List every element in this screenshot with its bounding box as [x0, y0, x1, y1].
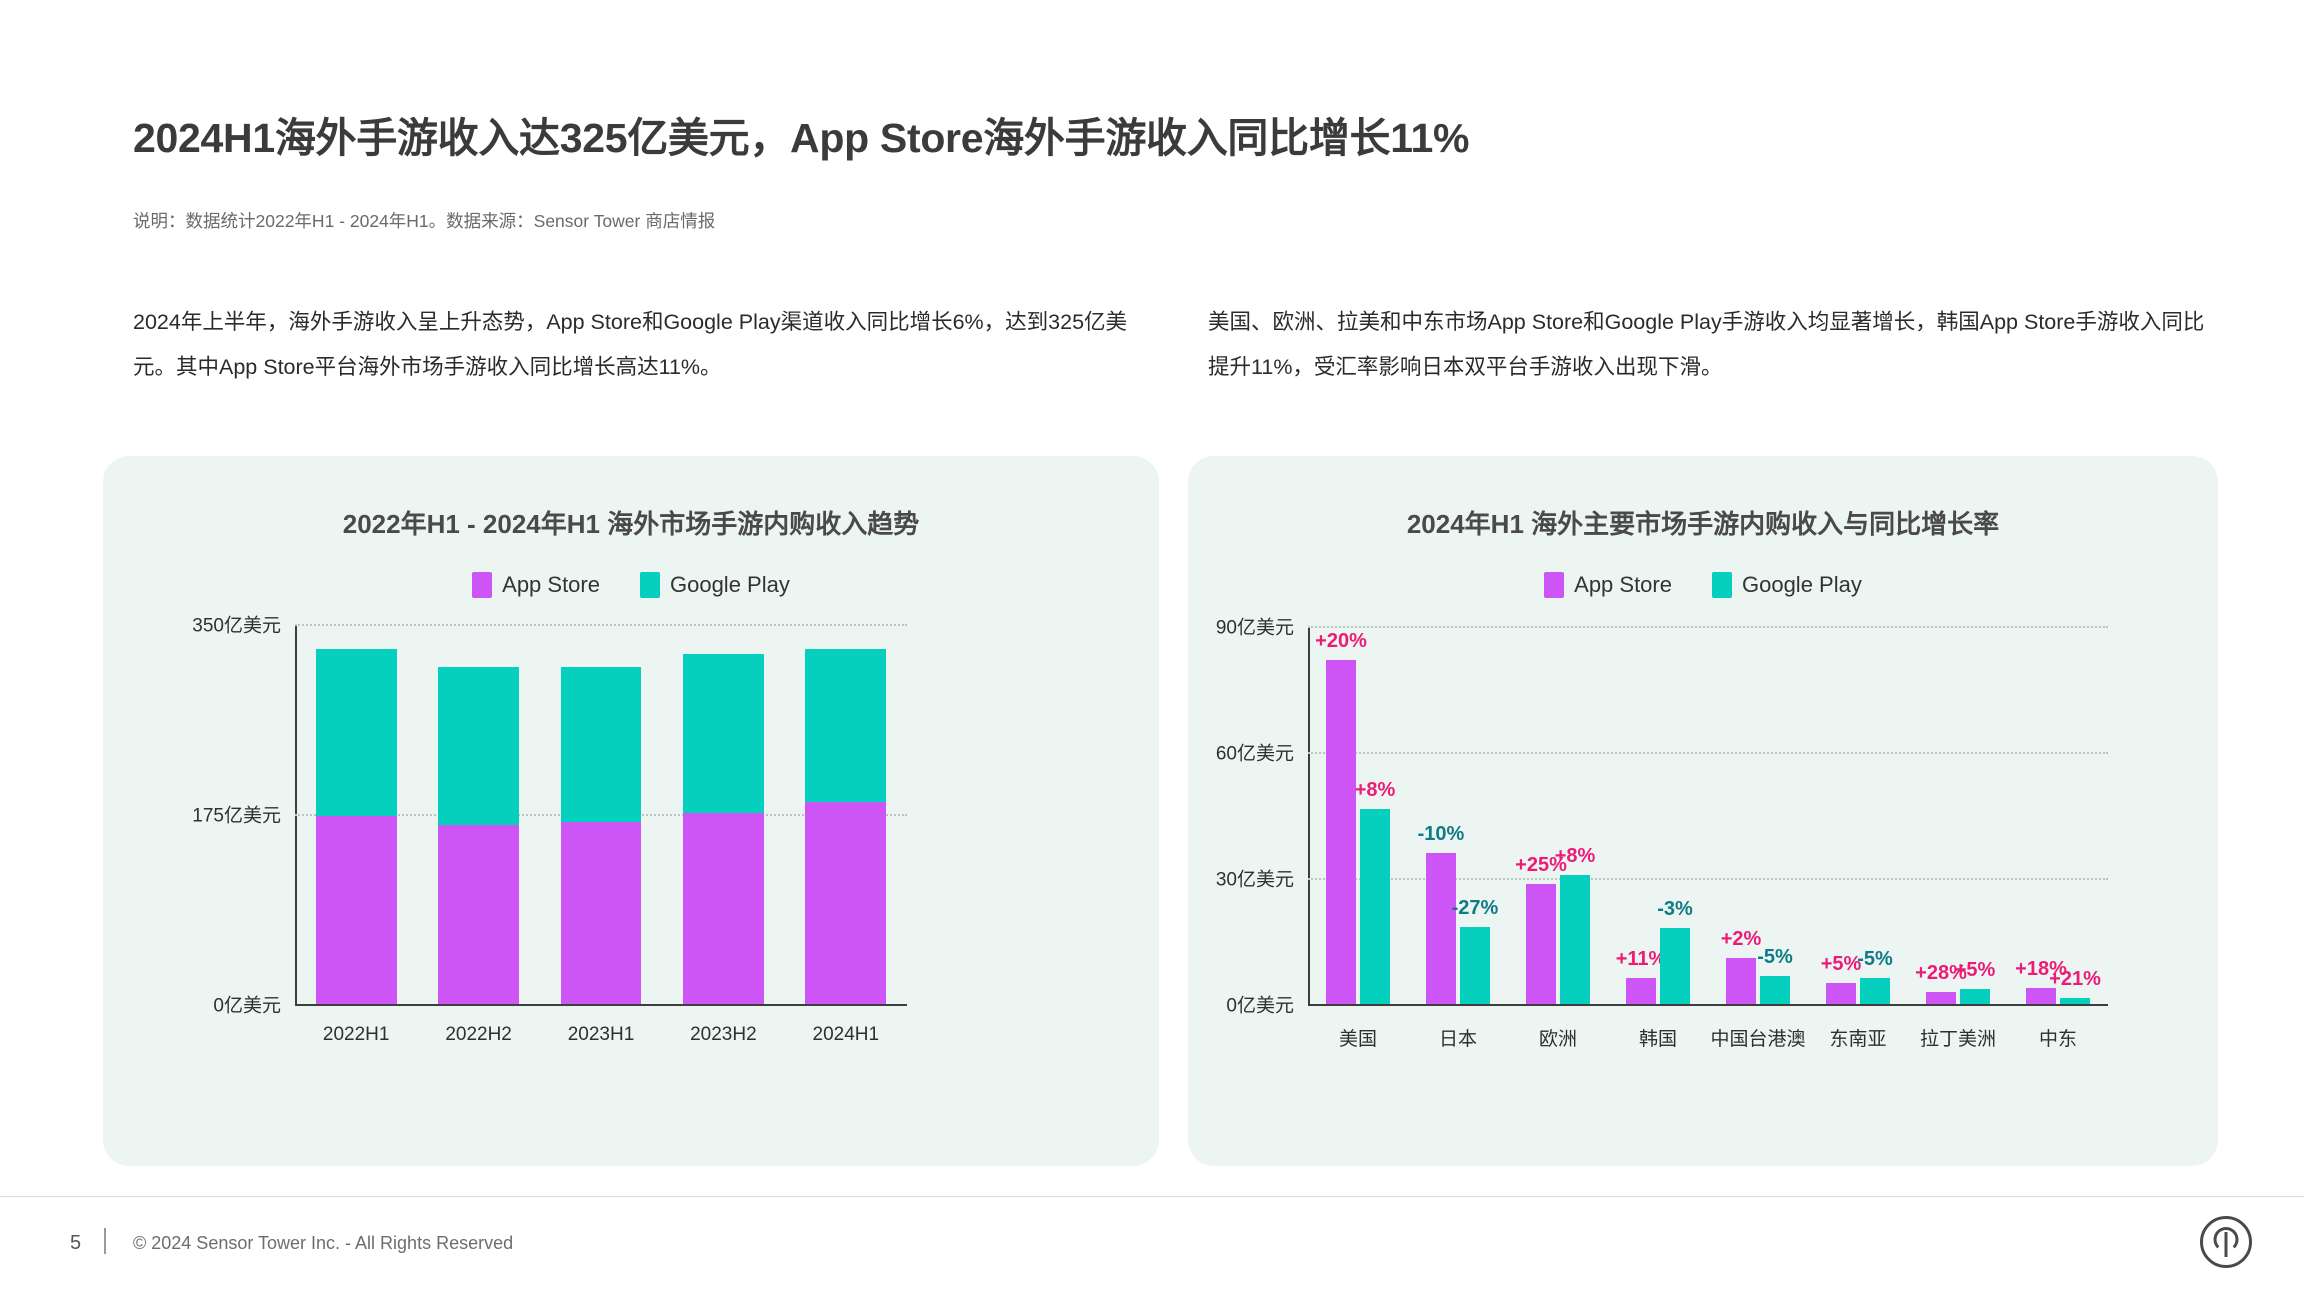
legend-item-google-play[interactable]: Google Play	[1711, 572, 1862, 598]
y-axis-line	[1308, 626, 1310, 1006]
legend-swatch-app-store-icon	[472, 572, 493, 598]
page-title: 2024H1海外手游收入达325亿美元，App Store海外手游收入同比增长1…	[133, 115, 1470, 161]
x-axis-tick-label: 拉丁美洲	[1919, 1029, 1997, 1050]
bar-app-store	[1726, 958, 1756, 1004]
x-axis-tick-label: 日本	[1438, 1029, 1478, 1050]
legend-swatch-google-play-icon	[639, 572, 660, 598]
bar-google-play	[1960, 988, 1990, 1004]
chart-legend-trend: App Store Google Play	[103, 572, 1159, 598]
bar-google-play	[560, 667, 642, 822]
bar-google-play	[1860, 977, 1890, 1004]
x-axis-tick-label: 美国	[1338, 1029, 1378, 1050]
y-axis-tick-label: 350亿美元	[192, 615, 281, 637]
y-axis-tick-label: 175亿美元	[192, 805, 281, 827]
plot-area-markets: 90亿美元 60亿美元 30亿美元 0亿美元美国 +20% +8% 日本 -10% -27% 欧洲…	[1216, 618, 2108, 1050]
y-axis-tick-label: 90亿美元	[1215, 617, 1294, 639]
summary-paragraph-right: 美国、欧洲、拉美和中东市场App Store和Google Play手游收入均显…	[1208, 310, 2205, 379]
bar-app-store	[560, 821, 642, 1004]
bar-google-play	[315, 648, 397, 817]
x-axis-tick-label: 韩国	[1638, 1029, 1678, 1050]
bar-google-play	[1760, 975, 1790, 1004]
y-axis-tick-label: 60亿美元	[1215, 743, 1294, 765]
growth-label-google-play: -5%	[1757, 945, 1793, 968]
legend-label-app-store: App Store	[502, 572, 600, 597]
bar-app-store	[683, 812, 764, 1004]
summary-paragraph-left: 2024年上半年，海外手游收入呈上升态势，App Store和Google Pl…	[133, 310, 1128, 379]
growth-label-google-play: +8%	[1554, 844, 1596, 867]
bar-google-play	[683, 654, 764, 813]
growth-label-app-store: +11%	[1615, 947, 1667, 970]
legend-swatch-app-store-icon	[1544, 572, 1565, 598]
growth-label-app-store: +2%	[1720, 928, 1762, 951]
bar-app-store	[1626, 977, 1656, 1004]
x-axis-line	[295, 1004, 907, 1006]
bar-google-play	[438, 667, 519, 825]
x-axis-tick-label: 2023H1	[567, 1024, 635, 1045]
x-axis-tick-label: 中国台港澳	[1710, 1029, 1806, 1050]
bar-google-play	[2060, 997, 2090, 1004]
sensortower-logo-icon	[2200, 1216, 2252, 1268]
bar-app-store	[1326, 659, 1356, 1004]
growth-label-app-store: +5%	[1820, 953, 1862, 975]
x-axis-tick-label: 2022H2	[445, 1024, 512, 1045]
gridline	[295, 624, 907, 626]
growth-label-google-play: +8%	[1354, 778, 1396, 801]
footer-divider-rule	[0, 1196, 2304, 1197]
plot-area-trend: 350亿美元 175亿美元 0亿美元 2022H1 2022H2 2023H1 2023H2…	[192, 616, 907, 1045]
x-axis-tick-label: 欧洲	[1538, 1029, 1578, 1050]
legend-item-google-play[interactable]: Google Play	[639, 572, 790, 598]
gridline	[1308, 752, 2108, 754]
bar-google-play	[1660, 928, 1690, 1004]
growth-label-google-play: +5%	[1954, 958, 1996, 981]
bar-app-store	[1526, 884, 1556, 1004]
page-subtitle: 说明：数据统计2022年H1 - 2024年H1。数据来源：Sensor Tow…	[133, 211, 716, 231]
legend-item-app-store[interactable]: App Store	[1544, 572, 1672, 598]
chart-card-trend: 2022年H1 - 2024年H1 海外市场手游内购收入趋势 App Store…	[103, 456, 1159, 1166]
footer-separator	[104, 1228, 106, 1254]
growth-label-google-play: -3%	[1657, 898, 1693, 921]
bar-app-store	[315, 816, 397, 1004]
bar-app-store	[1426, 852, 1456, 1004]
chart-title-markets: 2024年H1 海外主要市场手游内购收入与同比增长率	[1406, 509, 2000, 539]
y-axis-tick-label: 30亿美元	[1215, 869, 1294, 891]
bar-app-store	[805, 802, 887, 1004]
gridline	[1308, 626, 2108, 628]
growth-label-google-play: -5%	[1857, 947, 1893, 970]
bar-google-play	[1360, 808, 1390, 1004]
legend-label-google-play: Google Play	[669, 572, 790, 597]
bar-google-play	[1560, 874, 1590, 1004]
bar-app-store	[1826, 983, 1856, 1004]
y-axis-tick-label: 0亿美元	[1226, 995, 1294, 1017]
bar-google-play	[805, 648, 887, 803]
x-axis-tick-label: 2024H1	[812, 1024, 880, 1045]
chart-legend-markets: App Store Google Play	[1188, 572, 2218, 598]
x-axis-tick-label: 2023H2	[690, 1024, 757, 1045]
legend-swatch-google-play-icon	[1711, 572, 1732, 598]
growth-label-app-store: -10%	[1417, 822, 1465, 845]
page-number: 5	[70, 1232, 82, 1254]
x-axis-tick-label: 2022H1	[322, 1024, 390, 1045]
growth-label-google-play: +21%	[2049, 967, 2101, 990]
bar-app-store	[1926, 991, 1956, 1004]
y-axis-tick-label: 0亿美元	[213, 995, 281, 1017]
x-axis-tick-label: 中东	[2038, 1029, 2078, 1050]
legend-label-app-store: App Store	[1574, 572, 1672, 597]
chart-card-markets: 2024年H1 海外主要市场手游内购收入与同比增长率 App Store Goo…	[1188, 456, 2218, 1166]
bar-app-store	[438, 824, 519, 1004]
chart-title-trend: 2022年H1 - 2024年H1 海外市场手游内购收入趋势	[342, 509, 920, 539]
bar-google-play	[1460, 926, 1490, 1004]
growth-label-app-store: +20%	[1315, 629, 1367, 652]
x-axis-tick-label: 东南亚	[1829, 1029, 1887, 1050]
copyright-text: © 2024 Sensor Tower Inc. - All Rights Re…	[133, 1233, 514, 1253]
legend-item-app-store[interactable]: App Store	[472, 572, 600, 598]
x-axis-line	[1308, 1004, 2108, 1006]
legend-label-google-play: Google Play	[1741, 572, 1862, 597]
growth-label-google-play: -27%	[1451, 896, 1499, 919]
